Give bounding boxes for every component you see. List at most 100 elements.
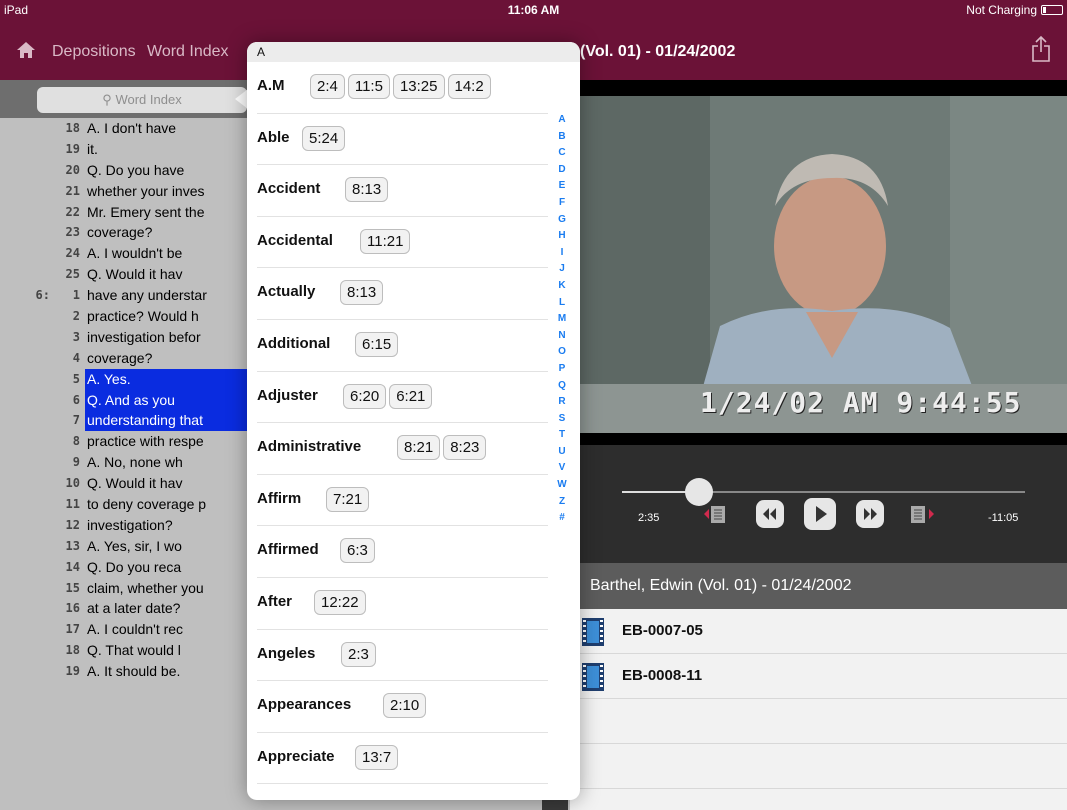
alphabet-letter[interactable]: W [552,477,572,494]
search-icon: ⚲ [102,92,112,107]
page-ref-button[interactable]: 2:10 [383,693,427,719]
alphabet-letter[interactable]: Q [552,378,572,395]
next-clip-icon[interactable] [907,499,937,529]
page-ref-button[interactable]: 13:7 [355,744,399,770]
alphabet-letter[interactable]: I [552,245,572,262]
file-row[interactable]: EB-0008-11 [570,654,1067,699]
index-word: Appearances [257,696,352,714]
page-refs: 5:24 [302,125,348,151]
word-index-row[interactable]: After 12:22 [257,578,548,630]
alphabet-index[interactable]: A B C D E F G H I J K L M N O P Q R S T U V W Z # [552,112,572,527]
alphabet-letter[interactable]: Z [552,494,572,511]
page-refs: 6:15 [355,331,401,357]
page-ref-button[interactable]: 13:25 [392,74,445,99]
page-refs: 2:4 11:5 13:25 14:2 [310,74,494,99]
page-ref-button[interactable]: 8:13 [345,177,389,203]
word-index-row[interactable]: A.M 2:4 11:5 13:25 14:2 [257,62,548,114]
search-input[interactable]: ⚲ Word Index [37,87,247,113]
alphabet-letter[interactable]: D [552,162,572,179]
alphabet-letter[interactable]: R [552,394,572,411]
word-index-row[interactable]: Accidental 11:21 [257,217,548,269]
page-ref-button[interactable]: 8:23 [443,435,487,461]
alphabet-letter[interactable]: A [552,112,572,129]
section-header: A [247,42,580,62]
charging-status: Not Charging [966,3,1037,17]
word-index-row[interactable]: Administrative 8:21 8:23 [257,423,548,475]
fast-forward-icon[interactable] [855,499,885,529]
index-word: Actually [257,283,316,301]
page-ref-button[interactable]: 6:20 [343,383,387,409]
previous-clip-icon[interactable] [703,499,733,529]
line-number: 19 [65,141,80,156]
alphabet-letter[interactable]: J [552,261,572,278]
alphabet-letter[interactable]: E [552,178,572,195]
word-index-row[interactable]: Affirmed 6:3 [257,526,548,578]
alphabet-letter[interactable]: S [552,411,572,428]
file-list-header: Barthel, Edwin (Vol. 01) - 01/24/2002 [570,563,1067,609]
video-timestamp: 1/24/02 AM 9:44:55 [700,386,1022,419]
page-ref-button[interactable]: 6:21 [389,383,433,409]
page-ref-button[interactable]: 8:21 [397,435,441,461]
home-icon[interactable] [16,40,36,60]
word-index-popover: A A.M 2:4 11:5 13:25 14:2 Able 5:24 Accident 8:1… [247,42,580,800]
line-number: 7 [72,413,80,428]
page-ref-button[interactable]: 11:21 [360,228,411,254]
page-ref-button[interactable]: 11:5 [347,74,390,99]
page-ref-button[interactable]: 6:3 [340,538,375,564]
word-index-row[interactable]: Able 5:24 [257,114,548,166]
page-refs: 2:10 [383,693,429,719]
word-index-row[interactable]: Accident 8:13 [257,165,548,217]
index-word: Angeles [257,644,316,662]
word-index-row[interactable]: Actually 8:13 [257,268,548,320]
line-number: 21 [65,183,80,198]
video-scene [570,96,1067,433]
page-ref-button[interactable]: 5:24 [302,125,346,151]
alphabet-letter[interactable]: C [552,145,572,162]
line-number: 2 [72,309,80,324]
word-index-row[interactable]: Affirm 7:21 [257,475,548,527]
breadcrumb-word-index[interactable]: Word Index [147,43,229,61]
word-index-row[interactable]: Additional 6:15 [257,320,548,372]
alphabet-letter[interactable]: M [552,311,572,328]
word-index-row[interactable]: Appreciate 13:7 [257,733,548,785]
rewind-icon[interactable] [755,499,785,529]
alphabet-letter[interactable]: H [552,228,572,245]
page-ref-button[interactable]: 7:21 [326,486,370,512]
line-number: 17 [65,622,80,637]
file-row[interactable]: EB-0007-05 [570,609,1067,654]
alphabet-letter[interactable]: T [552,427,572,444]
alphabet-letter[interactable]: N [552,328,572,345]
alphabet-letter[interactable]: U [552,444,572,461]
line-number: 5 [72,371,80,386]
alphabet-letter[interactable]: G [552,212,572,229]
word-index-row[interactable]: Adjuster 6:20 6:21 [257,372,548,424]
index-word: Additional [257,334,331,352]
page-ref-button[interactable]: 8:13 [340,280,384,306]
alphabet-letter[interactable]: # [552,510,572,527]
page-refs: 13:7 [355,744,401,770]
alphabet-letter[interactable]: K [552,278,572,295]
play-icon[interactable] [803,497,837,531]
breadcrumb-depositions[interactable]: Depositions [52,43,136,61]
page-ref-button[interactable]: 2:4 [310,74,345,99]
video-player[interactable]: 1/24/02 AM 9:44:55 [570,80,1067,445]
index-word: Able [257,128,290,146]
page-ref-button[interactable]: 6:15 [355,331,399,357]
line-number: 23 [65,225,80,240]
alphabet-letter[interactable]: B [552,129,572,146]
alphabet-letter[interactable]: O [552,344,572,361]
word-index-row[interactable]: Angeles 2:3 [257,630,548,682]
share-icon[interactable] [1031,35,1051,63]
page-ref-button[interactable]: 14:2 [447,74,491,99]
alphabet-letter[interactable]: F [552,195,572,212]
page-refs: 7:21 [326,486,372,512]
line-number: 15 [65,580,80,595]
alphabet-letter[interactable]: P [552,361,572,378]
alphabet-letter[interactable]: V [552,460,572,477]
word-index-row[interactable]: Appearances 2:10 [257,681,548,733]
alphabet-letter[interactable]: L [552,295,572,312]
page-ref-button[interactable]: 2:3 [341,641,376,667]
index-word: Accidental [257,231,333,249]
page-ref-button[interactable]: 12:22 [314,589,366,615]
index-word: Affirm [257,489,302,507]
